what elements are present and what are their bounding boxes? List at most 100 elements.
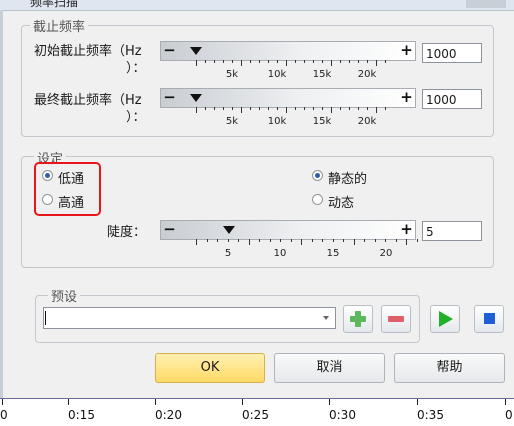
timeline-tick: [155, 399, 156, 405]
end-cutoff-input[interactable]: 1000: [422, 89, 482, 109]
scale-tick: [232, 107, 233, 110]
remove-icon: [388, 316, 404, 322]
start-cutoff-input[interactable]: 1000: [422, 43, 482, 63]
highpass-label[interactable]: 高通: [58, 192, 84, 211]
scale-tick: [214, 107, 215, 110]
scale-tick: [332, 239, 334, 242]
scale-tick: [196, 107, 197, 113]
add-preset-button[interactable]: [343, 305, 373, 333]
scale-tick: [304, 107, 305, 110]
scale-tick: [259, 239, 260, 242]
scale-tick: [322, 107, 323, 110]
highpass-radio[interactable]: [42, 194, 53, 205]
scale-tick: [331, 107, 332, 113]
timeline-label: 0: [0, 408, 8, 422]
slope-label: 陡度：: [107, 225, 147, 240]
start-cutoff-decrease-button[interactable]: −: [162, 42, 177, 60]
lowpass-label[interactable]: 低通: [58, 168, 84, 187]
timeline-label: 0:30: [329, 408, 356, 422]
scale-tick: [205, 107, 206, 110]
end-cutoff-label-unit: ）：: [126, 110, 146, 125]
static-radio[interactable]: [312, 170, 323, 181]
cancel-button[interactable]: 取消: [274, 353, 385, 383]
scale-tick: [196, 60, 197, 66]
timeline-label: 0:35: [417, 408, 444, 422]
scale-tick: [290, 239, 292, 242]
end-cutoff-slider-thumb[interactable]: [190, 94, 202, 102]
end-cutoff-slider[interactable]: − +: [160, 88, 416, 108]
scale-tick: [280, 239, 281, 242]
scale-tick: [416, 239, 418, 242]
scale-tick: [376, 60, 377, 66]
remove-preset-button[interactable]: [381, 305, 411, 333]
scale-tick: [295, 60, 296, 63]
window-title: 频率扫描: [30, 0, 79, 9]
close-button[interactable]: [466, 0, 506, 8]
scale-tick: [349, 107, 350, 110]
scale-tick: [385, 60, 386, 63]
scale-tick: [214, 60, 215, 63]
scale-tick: [196, 239, 197, 245]
preset-legend: 预设: [48, 286, 81, 305]
start-cutoff-slider[interactable]: − +: [160, 41, 416, 61]
scale-tick: [217, 239, 218, 242]
slope-input[interactable]: 5: [422, 221, 482, 241]
preset-combobox[interactable]: [43, 307, 336, 329]
scale-tick: [367, 60, 368, 63]
start-scale-label-15k: 15k: [312, 69, 332, 80]
start-cutoff-label-unit: ）：: [126, 61, 146, 76]
chevron-down-icon[interactable]: [323, 316, 329, 320]
slope-scale-label-10: 10: [273, 248, 287, 259]
timeline-tick: [68, 399, 69, 405]
timeline-label: 0:25: [242, 408, 269, 422]
static-label[interactable]: 静态的: [328, 168, 367, 187]
end-cutoff-decrease-button[interactable]: −: [162, 89, 177, 107]
scale-tick: [277, 107, 278, 110]
timeline-label: 0: [505, 408, 513, 422]
play-preview-button[interactable]: [430, 305, 460, 333]
timeline-ruler: 0 0:15 0:20 0:25 0:30 0:35 0: [0, 398, 514, 426]
scale-tick: [206, 239, 208, 242]
scale-tick: [205, 60, 206, 63]
timeline-label: 0:15: [68, 408, 95, 422]
start-scale-label-5k: 5k: [225, 69, 239, 80]
timeline-tick: [417, 399, 418, 405]
slope-slider[interactable]: − +: [160, 220, 416, 240]
title-bar: 频率扫描: [0, 0, 514, 11]
start-cutoff-slider-thumb[interactable]: [190, 47, 202, 55]
scale-tick: [313, 60, 314, 63]
scale-tick: [322, 239, 323, 242]
slope-slider-thumb[interactable]: [223, 226, 235, 234]
scale-tick: [232, 60, 233, 63]
slope-decrease-button[interactable]: −: [162, 221, 177, 239]
dynamic-radio[interactable]: [312, 194, 323, 205]
end-scale-label-15k: 15k: [312, 116, 332, 127]
scale-tick: [227, 239, 229, 242]
scale-tick: [311, 239, 313, 242]
scale-tick: [331, 60, 332, 66]
start-cutoff-increase-button[interactable]: +: [399, 42, 414, 60]
scale-tick: [286, 60, 287, 66]
scale-tick: [358, 60, 359, 63]
help-button[interactable]: 帮助: [394, 353, 505, 383]
ok-button[interactable]: OK: [155, 353, 265, 383]
dynamic-label[interactable]: 动态: [328, 192, 354, 211]
end-cutoff-increase-button[interactable]: +: [399, 89, 414, 107]
start-scale-label-10k: 10k: [267, 69, 287, 80]
slope-scale-label-20: 20: [379, 248, 393, 259]
scale-tick: [223, 107, 224, 110]
stop-icon: [484, 313, 495, 324]
end-scale-label-5k: 5k: [225, 116, 239, 127]
end-scale-label-20k: 20k: [357, 116, 377, 127]
scale-tick: [385, 239, 386, 242]
stop-preview-button[interactable]: [474, 305, 504, 333]
lowpass-radio[interactable]: [42, 170, 53, 181]
slope-increase-button[interactable]: +: [399, 221, 414, 239]
scale-tick: [395, 239, 397, 242]
start-scale-label-20k: 20k: [357, 69, 377, 80]
scale-tick: [376, 107, 377, 113]
scale-tick: [250, 60, 251, 63]
scale-tick: [259, 107, 260, 110]
scale-tick: [340, 107, 341, 110]
end-scale-label-10k: 10k: [267, 116, 287, 127]
